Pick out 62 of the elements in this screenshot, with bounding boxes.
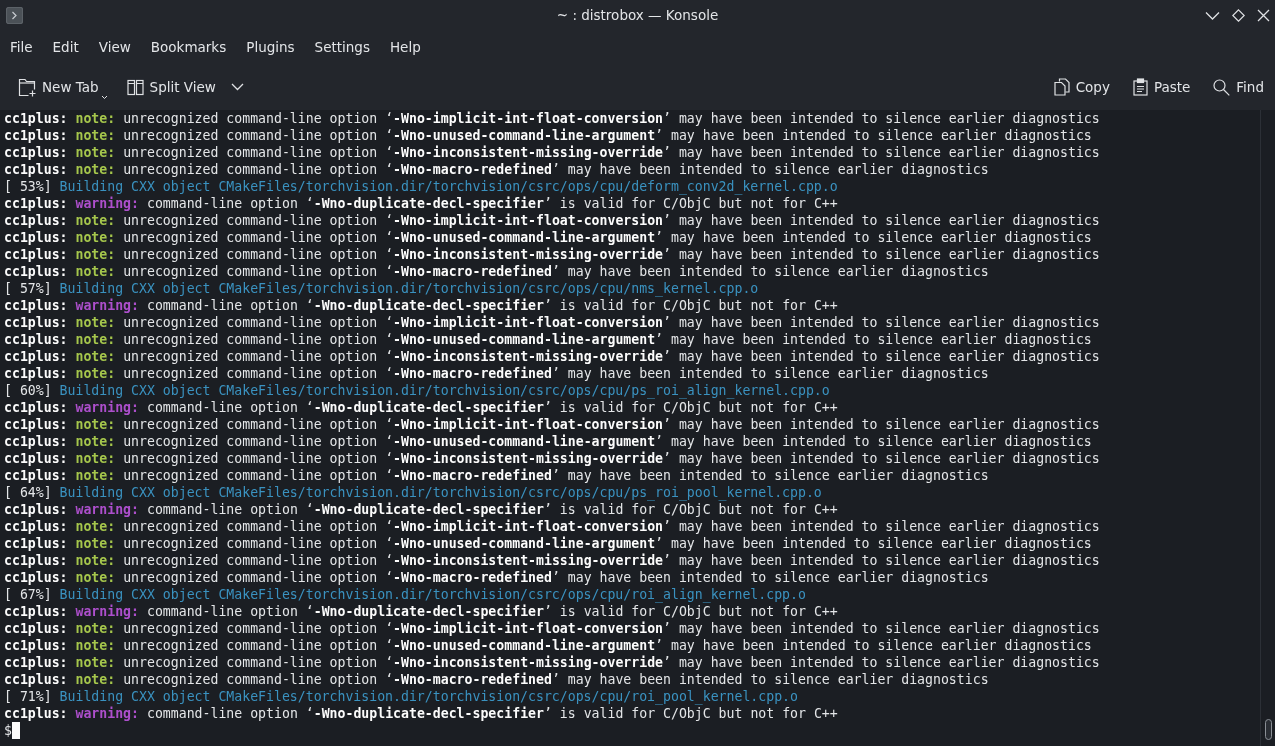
terminal-line: [ 67%] Building CXX object CMakeFiles/torchvision.dir/torchvision/csrc/ops/cpu/roi_align_kernel.cpp.o — [4, 586, 806, 603]
text-cursor — [11, 722, 20, 739]
terminal-line: cc1plus: note: unrecognized command-line option ‘-Wno-unused-command-line-argument’ may have been intended to silence earlier diagnostics — [4, 127, 1092, 144]
terminal-line: [ 60%] Building CXX object CMakeFiles/torchvision.dir/torchvision/csrc/ops/cpu/ps_roi_align_kernel.cpp.o — [4, 382, 830, 399]
split-view-button[interactable]: Split View — [120, 72, 222, 102]
menu-item[interactable]: Edit — [42, 33, 89, 61]
terminal-line: cc1plus: note: unrecognized command-line option ‘-Wno-unused-command-line-argument’ may have been intended to silence earlier diagnostics — [4, 433, 1092, 450]
terminal-line: cc1plus: note: unrecognized command-line option ‘-Wno-unused-command-line-argument’ may have been intended to silence earlier diagnostics — [4, 331, 1092, 348]
search-icon — [1213, 78, 1231, 96]
window-title: ~ : distrobox — Konsole — [556, 7, 719, 23]
terminal-line: cc1plus: note: unrecognized command-line option ‘-Wno-implicit-int-float-conversion’ may have been intended to silence earlier diagnostics — [4, 314, 1100, 331]
terminal-line: cc1plus: note: unrecognized command-line option ‘-Wno-inconsistent-missing-override’ may have been intended to silence earlier diagnostics — [4, 246, 1100, 263]
terminal-line: cc1plus: note: unrecognized command-line option ‘-Wno-macro-redefined’ may have been intended to silence earlier diagnostics — [4, 263, 989, 280]
terminal-line: cc1plus: note: unrecognized command-line option ‘-Wno-inconsistent-missing-override’ may have been intended to silence earlier diagnostics — [4, 348, 1100, 365]
terminal-line: cc1plus: note: unrecognized command-line option ‘-Wno-unused-command-line-argument’ may have been intended to silence earlier diagnostics — [4, 637, 1092, 654]
terminal-line: [ 57%] Building CXX object CMakeFiles/torchvision.dir/torchvision/csrc/ops/cpu/nms_kernel.cpp.o — [4, 280, 759, 297]
terminal-line: cc1plus: note: unrecognized command-line option ‘-Wno-macro-redefined’ may have been intended to silence earlier diagnostics — [4, 467, 989, 484]
terminal-line: [ 71%] Building CXX object CMakeFiles/torchvision.dir/torchvision/csrc/ops/cpu/roi_pool_kernel.cpp.o — [4, 688, 798, 705]
terminal-line: cc1plus: note: unrecognized command-line option ‘-Wno-inconsistent-missing-override’ may have been intended to silence earlier diagnostics — [4, 552, 1100, 569]
minimize-icon[interactable] — [1205, 10, 1220, 20]
copy-icon — [1053, 78, 1070, 96]
scrollbar-thumb[interactable] — [1264, 719, 1272, 740]
menu-item[interactable]: Settings — [304, 33, 380, 61]
menu-item[interactable]: Bookmarks — [140, 33, 237, 61]
terminal-icon — [6, 6, 23, 24]
terminal-line: cc1plus: note: unrecognized command-line option ‘-Wno-inconsistent-missing-override’ may have been intended to silence earlier diagnostics — [4, 654, 1100, 671]
terminal-line: cc1plus: warning: command-line option ‘-Wno-duplicate-decl-specifier’ is valid for C/ObjC but not for C++ — [4, 603, 838, 620]
close-icon[interactable] — [1257, 8, 1270, 22]
maximize-icon[interactable] — [1232, 8, 1245, 22]
terminal-line: cc1plus: note: unrecognized command-line option ‘-Wno-implicit-int-float-conversion’ may have been intended to silence earlier diagnostics — [4, 620, 1100, 637]
clipboard-icon — [1132, 78, 1148, 96]
terminal-line: cc1plus: note: unrecognized command-line option ‘-Wno-implicit-int-float-conversion’ may have been intended to silence earlier diagnostics — [4, 518, 1100, 535]
terminal-line: cc1plus: note: unrecognized command-line option ‘-Wno-implicit-int-float-conversion’ may have been intended to silence earlier diagnostics — [4, 416, 1100, 433]
terminal-line: cc1plus: note: unrecognized command-line option ‘-Wno-macro-redefined’ may have been intended to silence earlier diagnostics — [4, 569, 989, 586]
tab-plus-icon — [18, 77, 36, 97]
terminal-line: cc1plus: note: unrecognized command-line option ‘-Wno-macro-redefined’ may have been intended to silence earlier diagnostics — [4, 365, 989, 382]
terminal-line: cc1plus: warning: command-line option ‘-Wno-duplicate-decl-specifier’ is valid for C/ObjC but not for C++ — [4, 705, 838, 722]
menu-item[interactable]: Help — [379, 33, 431, 61]
menu-item[interactable]: Plugins — [236, 33, 305, 61]
menu-item[interactable]: File — [0, 33, 43, 61]
terminal-line: cc1plus: note: unrecognized command-line option ‘-Wno-implicit-int-float-conversion’ may have been intended to silence earlier diagnostics — [4, 110, 1100, 127]
new-tab-button[interactable]: New Tab — [12, 71, 114, 103]
terminal-line: cc1plus: note: unrecognized command-line option ‘-Wno-implicit-int-float-conversion’ may have been intended to silence earlier diagnostics — [4, 212, 1100, 229]
terminal-line: cc1plus: note: unrecognized command-line option ‘-Wno-unused-command-line-argument’ may have been intended to silence earlier diagnostics — [4, 535, 1092, 552]
menu-item[interactable]: View — [88, 33, 141, 61]
terminal-line: cc1plus: note: unrecognized command-line option ‘-Wno-macro-redefined’ may have been intended to silence earlier diagnostics — [4, 671, 989, 688]
terminal-line: cc1plus: warning: command-line option ‘-Wno-duplicate-decl-specifier’ is valid for C/ObjC but not for C++ — [4, 297, 838, 314]
terminal-line: cc1plus: note: unrecognized command-line option ‘-Wno-inconsistent-missing-override’ may have been intended to silence earlier diagnostics — [4, 144, 1100, 161]
terminal-line: cc1plus: note: unrecognized command-line option ‘-Wno-macro-redefined’ may have been intended to silence earlier diagnostics — [4, 161, 989, 178]
terminal-line: cc1plus: note: unrecognized command-line option ‘-Wno-unused-command-line-argument’ may have been intended to silence earlier diagnostics — [4, 229, 1092, 246]
terminal-line: [ 53%] Building CXX object CMakeFiles/torchvision.dir/torchvision/csrc/ops/cpu/deform_conv2d_kernel.cpp.o — [4, 178, 838, 195]
prompt-text: $ — [4, 722, 12, 739]
terminal-line: cc1plus: warning: command-line option ‘-Wno-duplicate-decl-specifier’ is valid for C/ObjC but not for C++ — [4, 501, 838, 518]
terminal-line: cc1plus: warning: command-line option ‘-Wno-duplicate-decl-specifier’ is valid for C/ObjC but not for C++ — [4, 399, 838, 416]
copy-button[interactable]: Copy — [1047, 72, 1116, 102]
terminal-line: cc1plus: warning: command-line option ‘-Wno-duplicate-decl-specifier’ is valid for C/ObjC but not for C++ — [4, 195, 838, 212]
find-button[interactable]: Find — [1207, 72, 1270, 102]
two-panes-icon — [126, 78, 144, 96]
terminal-line: cc1plus: note: unrecognized command-line option ‘-Wno-inconsistent-missing-override’ may have been intended to silence earlier diagnostics — [4, 450, 1100, 467]
terminal-line: [ 64%] Building CXX object CMakeFiles/torchvision.dir/torchvision/csrc/ops/cpu/ps_roi_pool_kernel.cpp.o — [4, 484, 822, 501]
chevron-down-icon[interactable] — [230, 83, 244, 91]
paste-button[interactable]: Paste — [1126, 72, 1197, 102]
